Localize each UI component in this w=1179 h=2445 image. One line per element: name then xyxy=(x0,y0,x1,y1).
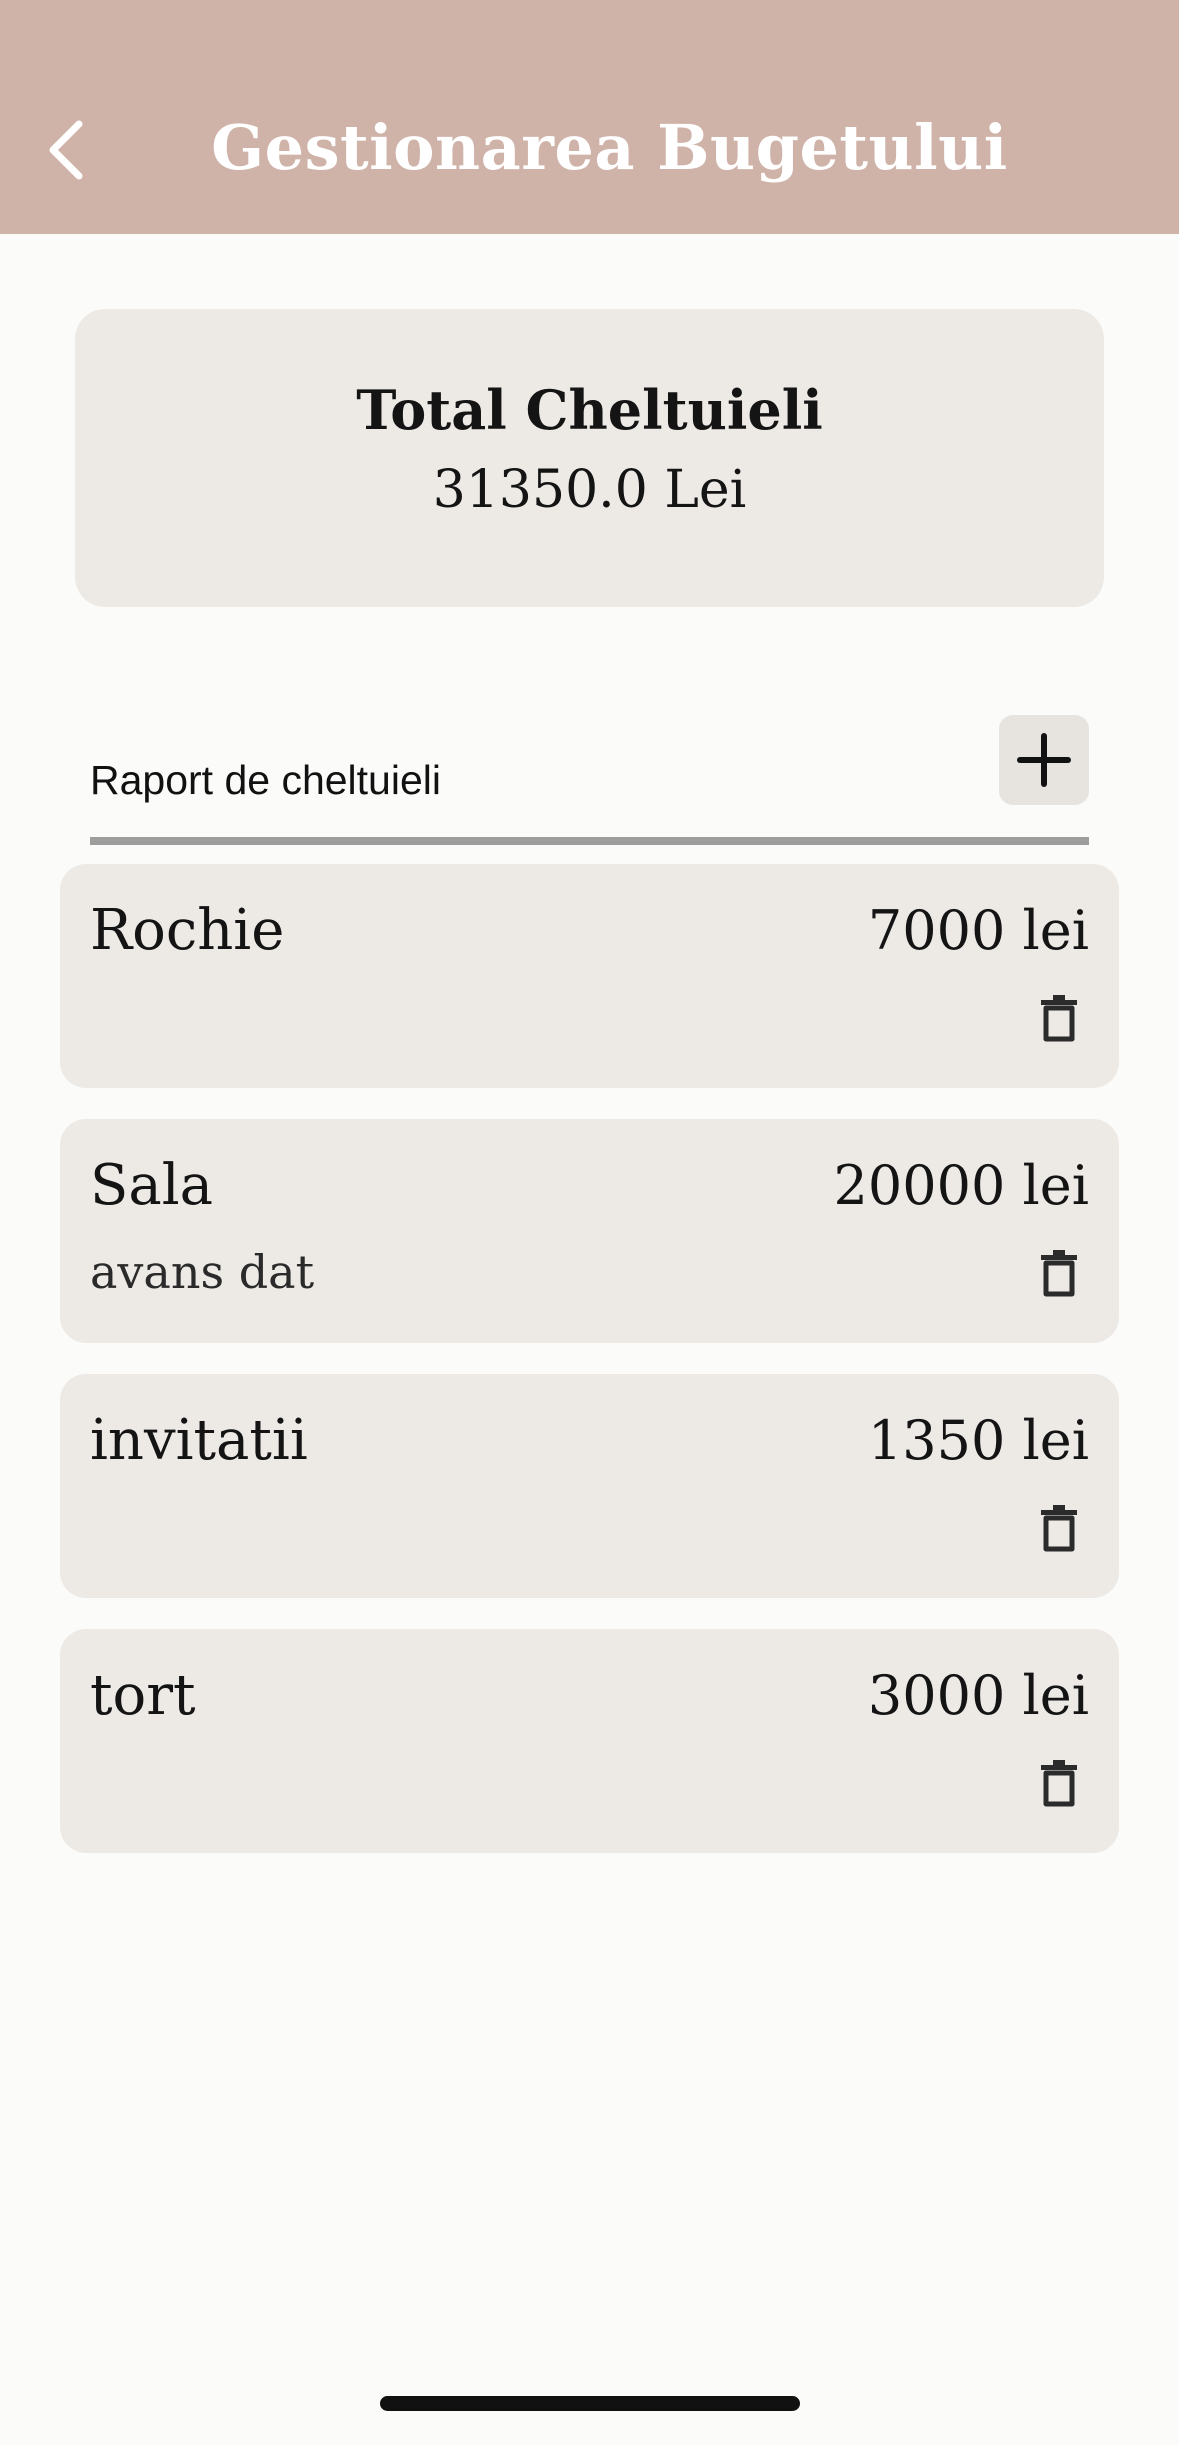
trash-icon xyxy=(1041,995,1077,1042)
expense-item[interactable]: tort 3000 lei xyxy=(60,1629,1119,1853)
expense-report-title: Raport de cheltuieli xyxy=(90,757,441,803)
page-title: Gestionarea Bugetului xyxy=(211,111,1008,184)
expense-report-header: Raport de cheltuieli xyxy=(90,715,1089,845)
expense-amount: 20000 lei xyxy=(833,1154,1089,1217)
total-expenses-value: 31350.0 Lei xyxy=(432,460,747,520)
expense-name: tort xyxy=(90,1663,196,1728)
home-indicator[interactable] xyxy=(380,2396,800,2411)
delete-expense-button[interactable] xyxy=(1035,990,1083,1046)
trash-icon xyxy=(1041,1250,1077,1297)
expense-note: avans dat xyxy=(90,1245,315,1299)
expense-name: Sala xyxy=(90,1153,214,1218)
section-divider xyxy=(90,837,1089,845)
expense-list: Rochie 7000 lei Sala 20000 lei avans dat… xyxy=(60,864,1119,1884)
trash-icon xyxy=(1041,1760,1077,1807)
expense-item[interactable]: Sala 20000 lei avans dat xyxy=(60,1119,1119,1343)
trash-icon xyxy=(1041,1505,1077,1552)
plus-icon xyxy=(1017,733,1071,787)
expense-name: invitatii xyxy=(90,1408,308,1473)
total-expenses-label: Total Cheltuieli xyxy=(356,378,823,442)
expense-name: Rochie xyxy=(90,898,285,963)
expense-amount: 3000 lei xyxy=(867,1664,1089,1727)
delete-expense-button[interactable] xyxy=(1035,1755,1083,1811)
delete-expense-button[interactable] xyxy=(1035,1245,1083,1301)
total-expenses-card: Total Cheltuieli 31350.0 Lei xyxy=(75,309,1104,607)
delete-expense-button[interactable] xyxy=(1035,1500,1083,1556)
app-bar: Gestionarea Bugetului xyxy=(0,0,1179,234)
expense-amount: 1350 lei xyxy=(867,1409,1089,1472)
add-expense-button[interactable] xyxy=(999,715,1089,805)
expense-item[interactable]: invitatii 1350 lei xyxy=(60,1374,1119,1598)
expense-amount: 7000 lei xyxy=(867,899,1089,962)
expense-item[interactable]: Rochie 7000 lei xyxy=(60,864,1119,1088)
